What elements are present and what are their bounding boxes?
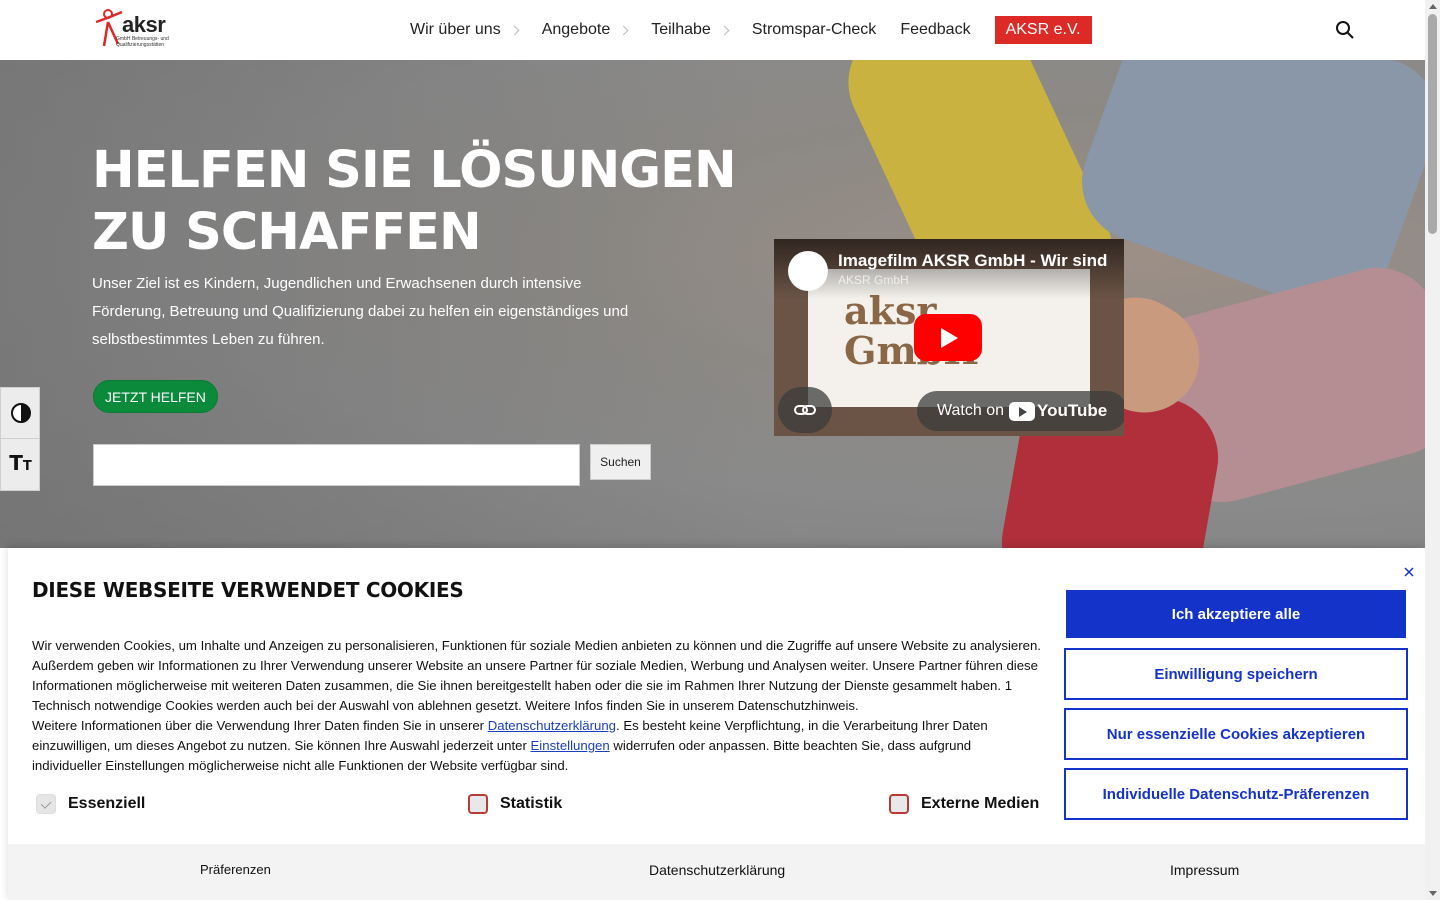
save-consent-button[interactable]: Einwilligung speichern — [1064, 648, 1408, 700]
hero-title-line2: ZU SCHAFFEN — [92, 203, 482, 262]
site-header: aksr GmbH Betreuungs- und Qualifizierung… — [0, 0, 1425, 60]
youtube-logo-icon: YouTube — [1009, 401, 1107, 421]
hero-title: HELFEN SIE LÖSUNGEN ZU SCHAFFEN — [92, 140, 737, 264]
nav-item-label: Angebote — [541, 21, 611, 38]
close-cookie-button[interactable] — [1402, 565, 1416, 579]
checkbox-statistik-box[interactable] — [468, 794, 488, 814]
accessibility-toolbar: TT — [0, 387, 40, 491]
cookie-text-paragraph-1: Wir verwenden Cookies, um Inhalte und An… — [32, 638, 1041, 713]
play-button-icon[interactable] — [914, 314, 982, 361]
search-icon — [1336, 21, 1354, 39]
nav-item-label: Teilhabe — [651, 21, 711, 38]
copy-link-button[interactable] — [778, 387, 832, 433]
search-input[interactable] — [93, 444, 580, 486]
nav-item-label: Feedback — [900, 21, 971, 38]
nav-item-label: Wir über uns — [410, 21, 501, 38]
footer-link-imprint[interactable]: Impressum — [1170, 862, 1239, 878]
youtube-video-embed[interactable]: aksr GmbH Imagefilm AKSR GmbH - Wir sind… — [774, 239, 1124, 436]
nav-cta-aksr-ev[interactable]: AKSR e.V. — [994, 16, 1092, 44]
logo-text: aksr — [122, 12, 166, 37]
toggle-font-size-button[interactable]: TT — [1, 439, 40, 490]
cookie-consent-banner: DIESE WEBSEITE VERWENDET COOKIES Wir ver… — [8, 548, 1425, 900]
contrast-icon — [10, 403, 31, 423]
checkbox-essenziell-box[interactable] — [36, 794, 56, 814]
scroll-up-arrow-icon[interactable] — [1429, 4, 1437, 9]
chevron-right-icon — [618, 25, 629, 35]
settings-link[interactable]: Einstellungen — [531, 738, 610, 753]
close-icon — [1404, 567, 1414, 577]
footer-link-preferences[interactable]: Präferenzen — [200, 862, 271, 877]
nav-item-stromspar-check[interactable]: Stromspar-Check — [752, 16, 876, 44]
footer-link-privacy-policy[interactable]: Datenschutzerklärung — [649, 862, 785, 878]
video-title[interactable]: Imagefilm AKSR GmbH - Wir sind — [838, 251, 1108, 271]
cookie-text-paragraph-2a: Weitere Informationen über die Verwendun… — [32, 718, 488, 733]
privacy-policy-link[interactable]: Datenschutzerklärung — [488, 718, 616, 733]
search-submit-button[interactable]: Suchen — [590, 444, 651, 480]
checkbox-externe-medien[interactable]: Externe Medien — [889, 794, 1039, 814]
text-size-icon: TT — [9, 450, 32, 475]
nav-item-angebote[interactable]: Angebote — [541, 16, 629, 44]
accept-all-button[interactable]: Ich akzeptiere alle — [1066, 590, 1406, 638]
logo-subtitle: GmbH Betreuungs- und Qualifizierungsstät… — [116, 36, 169, 48]
chevron-right-icon — [509, 25, 520, 35]
cookie-footer: Präferenzen Datenschutzerklärung Impress… — [8, 844, 1425, 900]
nav-item-teilhabe[interactable]: Teilhabe — [651, 16, 730, 44]
hero-text: Unser Ziel ist es Kindern, Jugendlichen … — [92, 275, 629, 348]
site-logo[interactable]: aksr GmbH Betreuungs- und Qualifizierung… — [92, 8, 192, 50]
video-channel[interactable]: AKSR GmbH — [838, 273, 909, 287]
hero-section: HELFEN SIE LÖSUNGEN ZU SCHAFFEN Unser Zi… — [0, 60, 1425, 548]
accept-essential-only-button[interactable]: Nur essenzielle Cookies akzeptieren — [1064, 708, 1408, 760]
help-now-button[interactable]: JETZT HELFEN — [93, 380, 218, 413]
chevron-right-icon — [719, 25, 730, 35]
checkbox-essenziell[interactable]: Essenziell — [36, 794, 145, 814]
scroll-down-arrow-icon[interactable] — [1429, 891, 1437, 896]
nav-item-wir-ueber-uns[interactable]: Wir über uns — [410, 16, 520, 44]
checkbox-statistik-label: Statistik — [500, 795, 563, 812]
link-icon — [794, 405, 816, 415]
toggle-contrast-button[interactable] — [1, 388, 40, 439]
individual-privacy-preferences-button[interactable]: Individuelle Datenschutz-Präferenzen — [1064, 768, 1408, 820]
checkbox-statistik[interactable]: Statistik — [468, 794, 562, 814]
watch-on-label: Watch on — [937, 402, 1004, 419]
cookie-title: DIESE WEBSEITE VERWENDET COOKIES — [32, 578, 464, 602]
hero-title-line1: HELFEN SIE LÖSUNGEN — [92, 141, 737, 200]
checkbox-externe-medien-box[interactable] — [889, 794, 909, 814]
nav-item-label: Stromspar-Check — [751, 21, 877, 38]
channel-avatar[interactable] — [788, 251, 828, 291]
youtube-label: YouTube — [1037, 401, 1108, 420]
checkbox-externe-medien-label: Externe Medien — [921, 795, 1040, 812]
watch-on-youtube-button[interactable]: Watch on YouTube — [917, 391, 1124, 431]
scroll-thumb[interactable] — [1428, 14, 1437, 234]
checkbox-essenziell-label: Essenziell — [68, 795, 146, 812]
search-button[interactable] — [1335, 20, 1355, 40]
main-nav: Wir über uns Angebote Teilhabe Stromspar… — [410, 16, 1092, 44]
page-scrollbar[interactable] — [1425, 0, 1440, 900]
cookie-description: Wir verwenden Cookies, um Inhalte und An… — [32, 636, 1042, 776]
nav-item-feedback[interactable]: Feedback — [900, 16, 970, 44]
